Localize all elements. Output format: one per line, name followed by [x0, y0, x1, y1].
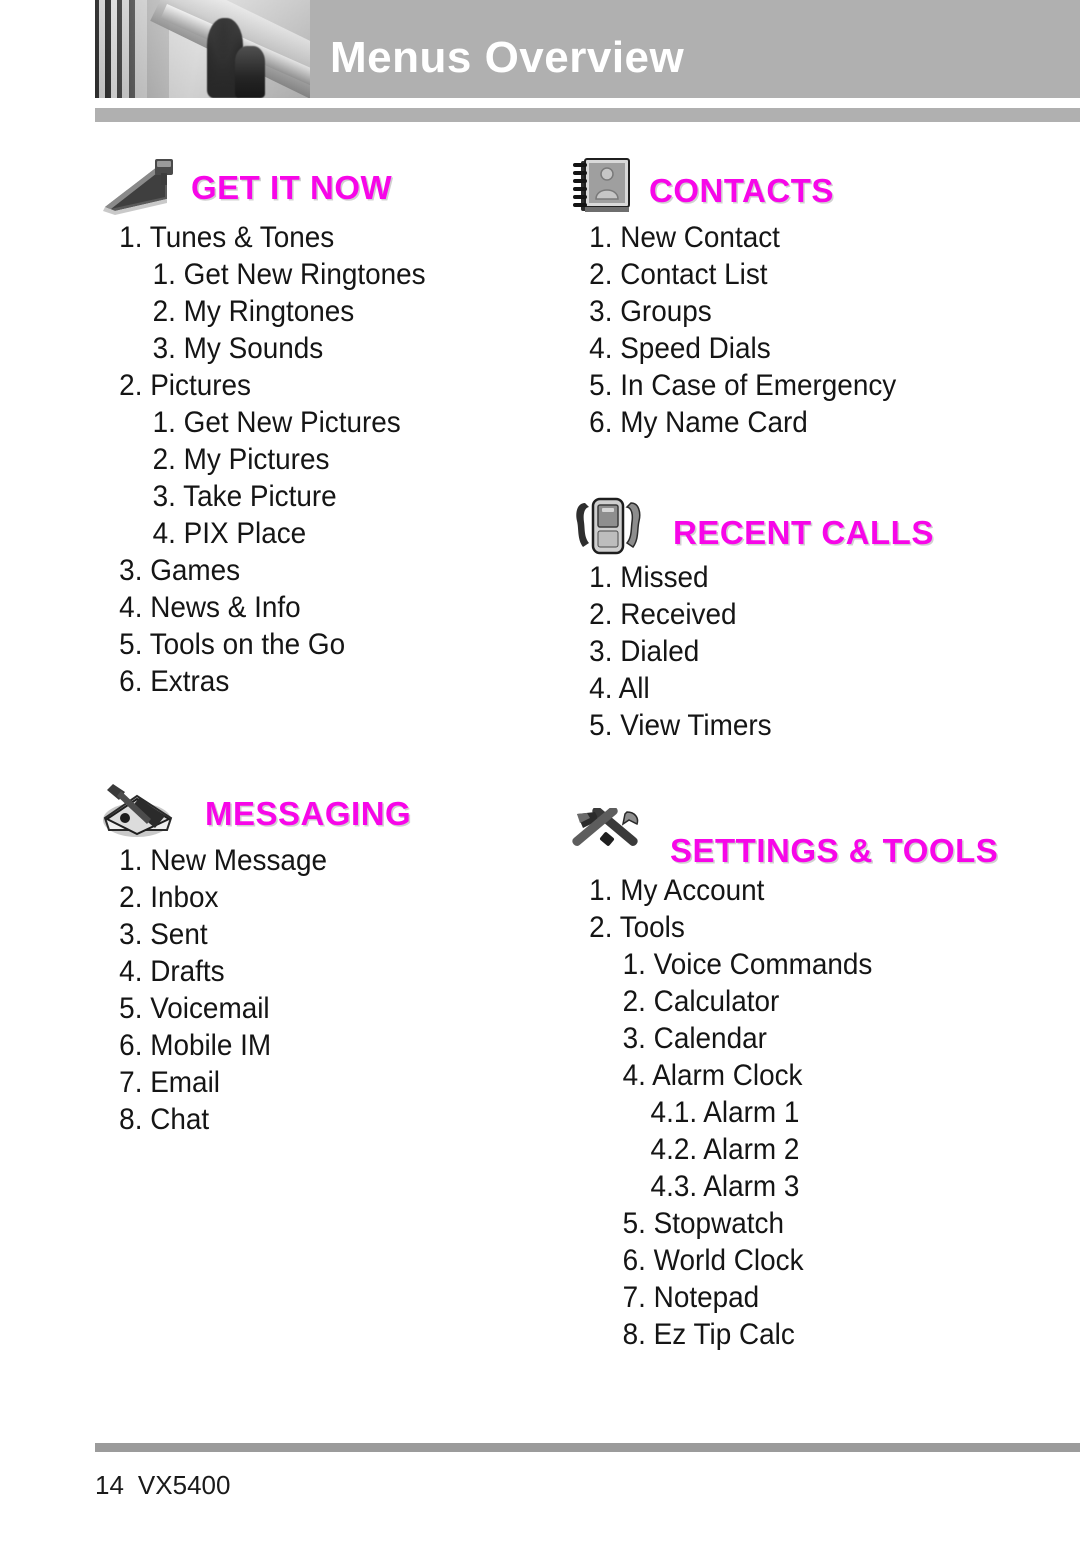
menu-item: 2. Received — [589, 598, 737, 631]
menu-list-recent-calls: 1. Missed 2. Received 3. Dialed 4. All 5. Vi… — [565, 559, 1025, 744]
menu-item: 3. Games — [119, 554, 241, 587]
menu-item: 3. Sent — [119, 918, 208, 951]
menu-item: 4. Speed Dials — [589, 332, 771, 365]
section-contacts: CONTACTS 1. New Contact 2. Contact List 3.… — [565, 155, 1025, 441]
phone-handsets-icon — [565, 495, 651, 557]
section-messaging: MESSAGING 1. New Message 2. Inbox 3. Sent 4… — [95, 778, 555, 1138]
menu-list-get-it-now: 1. Tunes & Tones 1. Get New Ringtones 2. M… — [95, 219, 555, 700]
menu-item: 6. World Clock — [622, 1244, 804, 1277]
section-title-messaging: MESSAGING — [205, 795, 412, 832]
menu-item: 4. PIX Place — [152, 517, 307, 550]
section-get-it-now: GET IT NOW 1. Tunes & Tones 1. Get New Ri… — [95, 155, 555, 700]
menu-item: 3. Groups — [589, 295, 712, 328]
menu-item: 8. Ez Tip Calc — [622, 1318, 795, 1351]
menu-item: 4.3. Alarm 3 — [650, 1170, 800, 1203]
section-title-get-it-now: GET IT NOW — [191, 169, 393, 206]
menu-item: 6. Mobile IM — [119, 1029, 272, 1062]
menu-item: 1. New Message — [119, 844, 327, 877]
menu-item: 2. Pictures — [119, 369, 251, 402]
menu-item: 2. Calculator — [622, 985, 780, 1018]
menu-item: 1. My Account — [589, 874, 765, 907]
menu-item: 1. Tunes & Tones — [119, 221, 335, 254]
menu-item: 1. Get New Ringtones — [152, 258, 426, 291]
header-photo — [95, 0, 310, 98]
menu-item: 1. Get New Pictures — [152, 406, 401, 439]
envelope-pen-icon — [95, 778, 181, 840]
menu-item: 6. My Name Card — [589, 406, 808, 439]
hammer-wrench-icon — [565, 806, 651, 870]
menu-item: 4.2. Alarm 2 — [650, 1133, 800, 1166]
section-header-contacts: CONTACTS — [565, 155, 1025, 219]
menu-item: 7. Notepad — [622, 1281, 760, 1314]
ramp-icon — [95, 155, 181, 217]
menu-item: 5. View Timers — [589, 709, 772, 742]
menu-item: 3. My Sounds — [152, 332, 324, 365]
menu-item: 2. My Ringtones — [152, 295, 355, 328]
footer-page-number: 14 — [95, 1470, 124, 1500]
section-title-contacts: CONTACTS — [649, 172, 834, 209]
menu-item: 2. My Pictures — [152, 443, 330, 476]
menu-list-settings-and-tools: 1. My Account 2. Tools 1. Voice Commands 2.… — [565, 872, 1025, 1353]
section-header-get-it-now: GET IT NOW — [95, 155, 555, 219]
section-header-settings-and-tools: SETTINGS & TOOLS — [565, 806, 1025, 872]
menu-item: 1. New Contact — [589, 221, 780, 254]
page-footer: 14 VX5400 — [95, 1470, 230, 1501]
menu-item: 4.1. Alarm 1 — [650, 1096, 800, 1129]
section-header-recent-calls: RECENT CALLS — [565, 495, 1025, 559]
section-settings-and-tools: SETTINGS & TOOLS 1. My Account 2. Tools 1.… — [565, 806, 1025, 1353]
menu-item: 4. Drafts — [119, 955, 225, 988]
menu-item: 1. Voice Commands — [622, 948, 873, 981]
menu-item: 7. Email — [119, 1066, 220, 1099]
address-book-icon — [565, 155, 651, 217]
menu-item: 1. Missed — [589, 561, 709, 594]
footer-model-name: VX5400 — [137, 1470, 231, 1500]
page-header: Menus Overview — [0, 0, 1080, 98]
menu-item: 6. Extras — [119, 665, 230, 698]
menu-item: 5. Stopwatch — [622, 1207, 784, 1240]
section-recent-calls: RECENT CALLS 1. Missed 2. Received 3. Dial… — [565, 495, 1025, 744]
page-title: Menus Overview — [330, 33, 685, 82]
photo-shading — [95, 0, 310, 98]
section-title-recent-calls: RECENT CALLS — [673, 514, 934, 551]
menu-item: 8. Chat — [119, 1103, 210, 1136]
menu-list-messaging: 1. New Message 2. Inbox 3. Sent 4. Drafts 5.… — [95, 842, 555, 1138]
footer-divider-rule — [95, 1443, 1080, 1452]
menu-item: 2. Inbox — [119, 881, 219, 914]
menu-item: 2. Tools — [589, 911, 685, 944]
header-divider-rule — [95, 108, 1080, 122]
menu-list-contacts: 1. New Contact 2. Contact List 3. Groups 4.… — [565, 219, 1025, 441]
section-title-settings-and-tools: SETTINGS & TOOLS — [670, 832, 999, 869]
menu-item: 4. All — [589, 672, 650, 705]
menu-item: 4. News & Info — [119, 591, 301, 624]
menu-item: 5. Voicemail — [119, 992, 270, 1025]
menu-item: 3. Dialed — [589, 635, 700, 668]
menu-item: 4. Alarm Clock — [622, 1059, 803, 1092]
section-header-messaging: MESSAGING — [95, 778, 555, 842]
menu-item: 3. Calendar — [622, 1022, 767, 1055]
menu-item: 5. In Case of Emergency — [589, 369, 897, 402]
menu-item: 5. Tools on the Go — [119, 628, 346, 661]
menu-item: 3. Take Picture — [152, 480, 337, 513]
menu-item: 2. Contact List — [589, 258, 768, 291]
